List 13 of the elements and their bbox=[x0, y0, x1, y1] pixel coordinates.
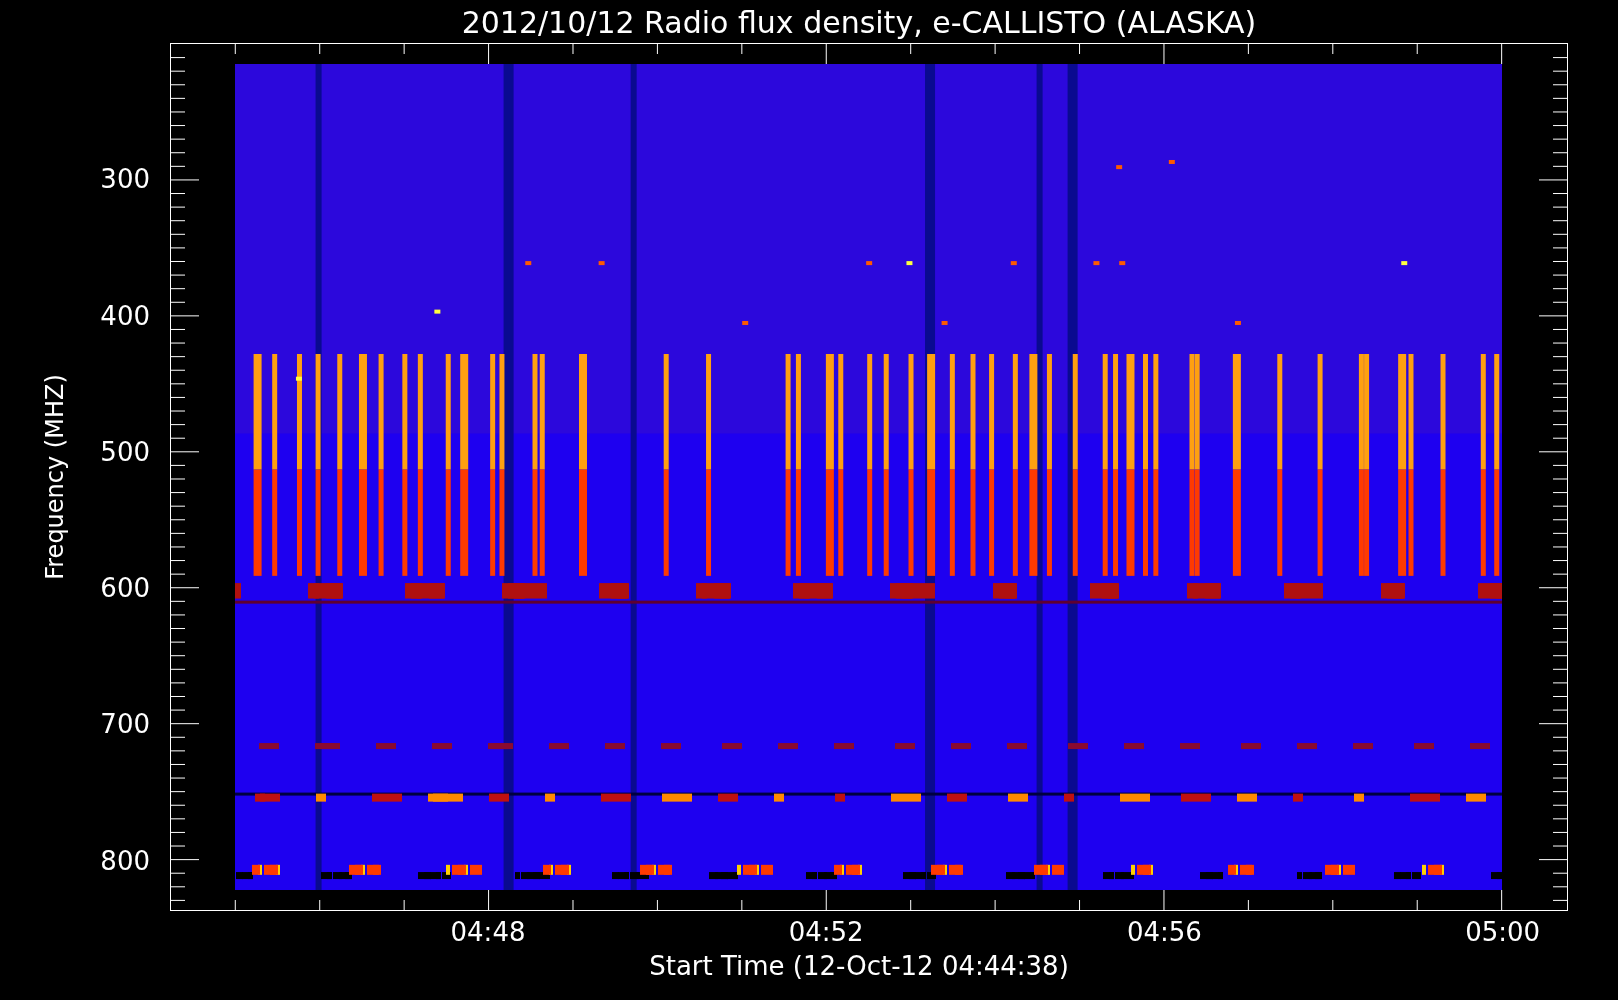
y-tick-label: 300 bbox=[100, 164, 150, 195]
y-tick-label: 600 bbox=[100, 573, 150, 603]
y-tick-label: 500 bbox=[100, 436, 150, 467]
y-tick-label: 400 bbox=[100, 300, 150, 331]
x-tick-label: 05:00 bbox=[1465, 917, 1541, 947]
y-axis-title: Frequency (MHZ) bbox=[40, 374, 70, 580]
x-tick-label: 04:52 bbox=[788, 917, 864, 947]
x-axis-title: Start Time (12-Oct-12 04:44:38) bbox=[649, 951, 1069, 981]
x-tick-label: 04:56 bbox=[1126, 917, 1202, 947]
x-tick-label: 04:48 bbox=[450, 917, 526, 947]
y-tick-label: 800 bbox=[100, 845, 150, 876]
y-tick-label: 700 bbox=[100, 709, 150, 740]
chart-title: 2012/10/12 Radio flux density, e-CALLISTO (ALASKA) bbox=[461, 4, 1257, 42]
